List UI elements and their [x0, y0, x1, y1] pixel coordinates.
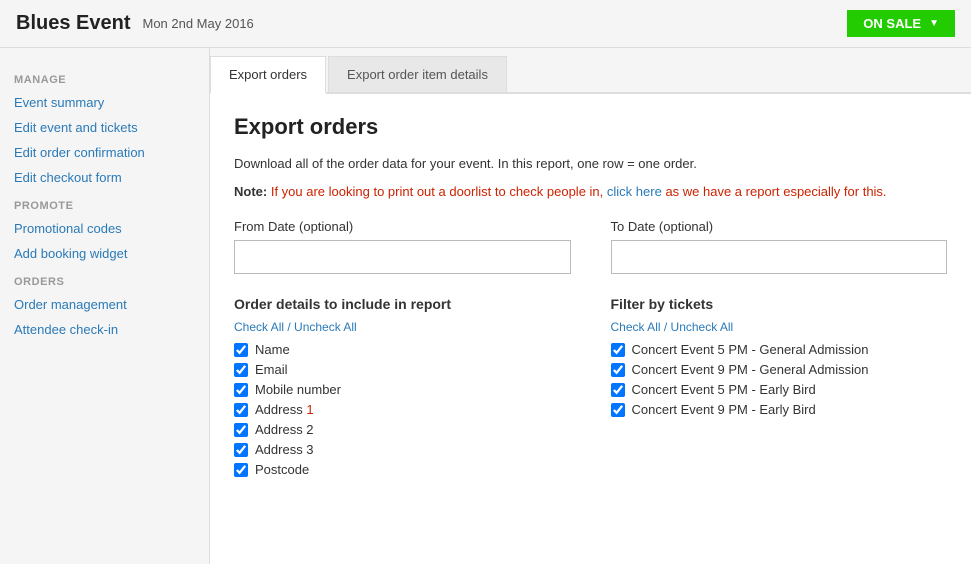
checkbox-address1-label: Address 1 [255, 402, 314, 417]
checkbox-ticket-2-label: Concert Event 5 PM - Early Bird [632, 382, 816, 397]
on-sale-button[interactable]: ON SALE ▼ [847, 10, 955, 37]
filter-tickets-title: Filter by tickets [611, 296, 948, 312]
to-date-input[interactable] [611, 240, 948, 274]
checkbox-name-label: Name [255, 342, 290, 357]
content-area: Export orders Download all of the order … [210, 94, 971, 502]
checkbox-ticket-0: Concert Event 5 PM - General Admission [611, 342, 948, 357]
order-check-all-link[interactable]: Check All / Uncheck All [234, 320, 571, 334]
checkbox-address2: Address 2 [234, 422, 571, 437]
checkbox-ticket-3-label: Concert Event 9 PM - Early Bird [632, 402, 816, 417]
tab-bar: Export orders Export order item details [210, 48, 971, 94]
checkbox-name: Name [234, 342, 571, 357]
event-date: Mon 2nd May 2016 [142, 16, 253, 31]
sidebar-manage-label: MANAGE [0, 64, 209, 90]
checkbox-ticket-1-label: Concert Event 9 PM - General Admission [632, 362, 869, 377]
checkbox-ticket-3-input[interactable] [611, 403, 625, 417]
checkbox-ticket-0-input[interactable] [611, 343, 625, 357]
checkbox-mobile: Mobile number [234, 382, 571, 397]
checkbox-address1: Address 1 [234, 402, 571, 417]
checkbox-email: Email [234, 362, 571, 377]
checkbox-address2-input[interactable] [234, 423, 248, 437]
header-left: Blues Event Mon 2nd May 2016 [16, 12, 254, 35]
note-prefix: Note: [234, 184, 267, 199]
date-fields: From Date (optional) To Date (optional) [234, 219, 947, 274]
checkbox-email-input[interactable] [234, 363, 248, 377]
to-date-label: To Date (optional) [611, 219, 948, 234]
order-details-title: Order details to include in report [234, 296, 571, 312]
from-date-input[interactable] [234, 240, 571, 274]
checkbox-address2-label: Address 2 [255, 422, 314, 437]
filter-tickets-col: Filter by tickets Check All / Uncheck Al… [611, 296, 948, 482]
sidebar-item-edit-order-confirmation[interactable]: Edit order confirmation [0, 140, 209, 165]
sidebar-item-edit-checkout-form[interactable]: Edit checkout form [0, 165, 209, 190]
checkbox-mobile-label: Mobile number [255, 382, 341, 397]
checkbox-ticket-3: Concert Event 9 PM - Early Bird [611, 402, 948, 417]
page-header: Blues Event Mon 2nd May 2016 ON SALE ▼ [0, 0, 971, 48]
info-line: Download all of the order data for your … [234, 154, 947, 174]
sidebar-item-edit-event-tickets[interactable]: Edit event and tickets [0, 115, 209, 140]
content-title: Export orders [234, 114, 947, 140]
sidebar-item-attendee-check-in[interactable]: Attendee check-in [0, 317, 209, 342]
tab-export-order-items[interactable]: Export order item details [328, 56, 507, 92]
main-layout: MANAGE Event summary Edit event and tick… [0, 48, 971, 564]
note-line: Note: If you are looking to print out a … [234, 182, 947, 202]
checkbox-postcode-input[interactable] [234, 463, 248, 477]
page-title: Blues Event [16, 12, 130, 35]
note-body: If you are looking to print out a doorli… [271, 184, 887, 199]
sidebar-item-order-management[interactable]: Order management [0, 292, 209, 317]
checkbox-ticket-1-input[interactable] [611, 363, 625, 377]
to-date-field: To Date (optional) [611, 219, 948, 274]
sidebar-orders-label: ORDERS [0, 266, 209, 292]
checkbox-mobile-input[interactable] [234, 383, 248, 397]
sidebar-item-add-booking-widget[interactable]: Add booking widget [0, 241, 209, 266]
checkbox-address1-input[interactable] [234, 403, 248, 417]
two-col-section: Order details to include in report Check… [234, 296, 947, 482]
checkbox-address3-input[interactable] [234, 443, 248, 457]
checkbox-ticket-1: Concert Event 9 PM - General Admission [611, 362, 948, 377]
main-content: Export orders Export order item details … [210, 48, 971, 564]
sidebar-item-event-summary[interactable]: Event summary [0, 90, 209, 115]
checkbox-ticket-0-label: Concert Event 5 PM - General Admission [632, 342, 869, 357]
order-details-col: Order details to include in report Check… [234, 296, 571, 482]
filter-check-all-link[interactable]: Check All / Uncheck All [611, 320, 948, 334]
dropdown-arrow-icon: ▼ [929, 18, 939, 29]
click-here-link[interactable]: click here [607, 184, 662, 199]
sidebar: MANAGE Event summary Edit event and tick… [0, 48, 210, 564]
checkbox-address3-label: Address 3 [255, 442, 314, 457]
sidebar-promote-label: PROMOTE [0, 190, 209, 216]
tab-export-orders[interactable]: Export orders [210, 56, 326, 94]
from-date-field: From Date (optional) [234, 219, 571, 274]
checkbox-postcode: Postcode [234, 462, 571, 477]
checkbox-ticket-2-input[interactable] [611, 383, 625, 397]
sidebar-item-promotional-codes[interactable]: Promotional codes [0, 216, 209, 241]
checkbox-email-label: Email [255, 362, 288, 377]
checkbox-ticket-2: Concert Event 5 PM - Early Bird [611, 382, 948, 397]
checkbox-name-input[interactable] [234, 343, 248, 357]
checkbox-address3: Address 3 [234, 442, 571, 457]
checkbox-postcode-label: Postcode [255, 462, 309, 477]
from-date-label: From Date (optional) [234, 219, 571, 234]
